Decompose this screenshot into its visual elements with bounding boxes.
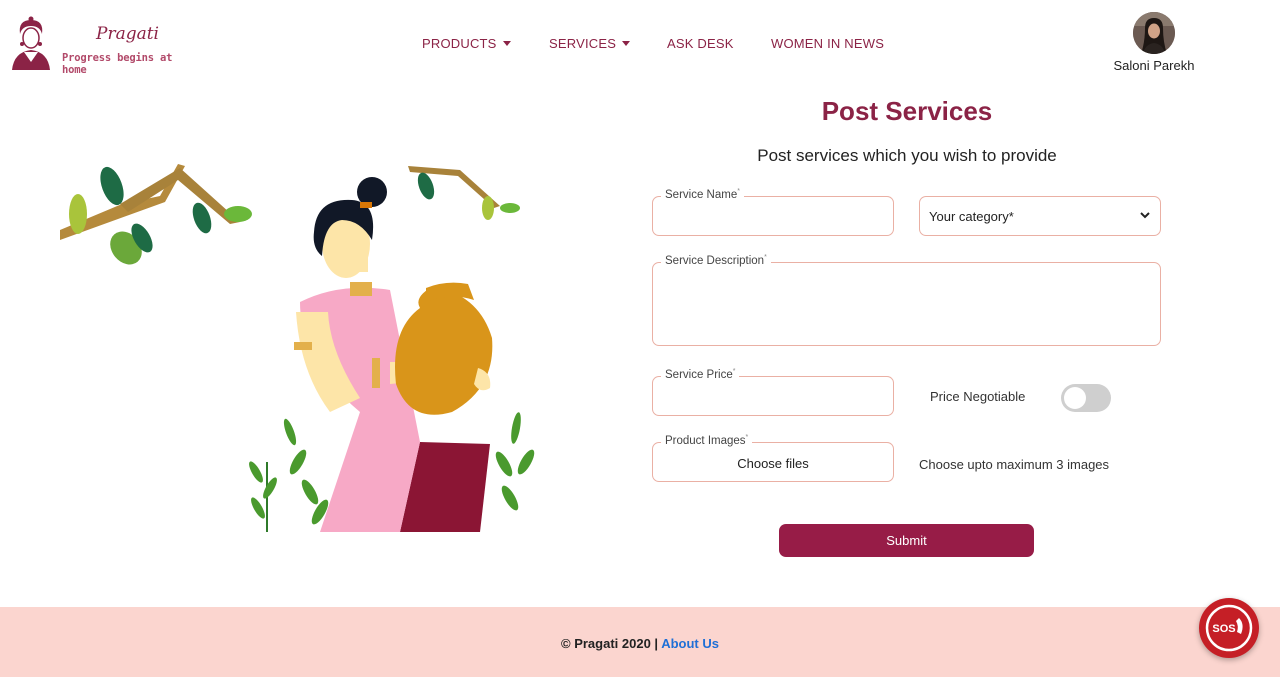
branch-right-icon xyxy=(408,166,520,220)
price-negotiable-label: Price Negotiable xyxy=(930,389,1026,404)
avatar-photo xyxy=(1133,12,1175,54)
nav-services-label: SERVICES xyxy=(549,36,617,51)
brand-tagline: Progress begins at home xyxy=(62,52,173,76)
brand-name: Pragati xyxy=(96,24,159,44)
category-select[interactable]: Your category* xyxy=(919,196,1161,236)
caret-down-icon xyxy=(622,41,631,46)
logo-woman-icon xyxy=(12,16,50,70)
nav-services[interactable]: SERVICES xyxy=(549,36,631,51)
submit-button[interactable]: Submit xyxy=(779,524,1034,557)
caret-down-icon xyxy=(502,41,511,46)
images-hint: Choose upto maximum 3 images xyxy=(919,457,1110,472)
product-images-label: Product Images* xyxy=(661,434,753,447)
user-name: Saloni Parekh xyxy=(1113,58,1195,73)
service-price-field[interactable]: Service Price* xyxy=(652,368,894,416)
page-subtitle: Post services which you wish to provide xyxy=(757,146,1057,165)
about-us-link[interactable]: About Us xyxy=(661,636,719,651)
page-title: Post Services xyxy=(821,96,993,126)
choose-files-button[interactable]: Choose files xyxy=(653,456,893,471)
user-profile[interactable]: Saloni Parekh xyxy=(1104,12,1204,73)
service-description-input[interactable] xyxy=(653,263,1160,345)
nav-ask-desk[interactable]: ASK DESK xyxy=(667,36,734,51)
service-description-label: Service Description* xyxy=(661,254,771,267)
nav-products[interactable]: PRODUCTS xyxy=(422,36,511,51)
service-name-label: Service Name* xyxy=(661,188,744,201)
header: Pragati Progress begins at home PRODUCTS… xyxy=(0,0,1280,88)
service-description-field[interactable]: Service Description* xyxy=(652,254,1161,346)
footer: © Pragati 2020 | About Us xyxy=(0,607,1280,677)
sos-button[interactable]: SOS xyxy=(1199,598,1259,658)
nav-women-in-news[interactable]: WOMEN IN NEWS xyxy=(771,36,884,51)
service-name-field[interactable]: Service Name* xyxy=(652,188,894,236)
sos-phone-icon: SOS xyxy=(1205,604,1253,652)
nav-products-label: PRODUCTS xyxy=(422,36,497,51)
price-negotiable-toggle[interactable] xyxy=(1061,384,1111,412)
category-selected: Your category* xyxy=(929,209,1014,224)
service-price-label: Service Price* xyxy=(661,368,740,381)
footer-text: © Pragati 2020 | About Us xyxy=(0,636,1280,651)
copyright: © Pragati 2020 | xyxy=(561,636,659,651)
sos-text: SOS xyxy=(1212,623,1235,635)
woman-figure xyxy=(294,177,493,532)
chevron-down-icon xyxy=(1140,212,1150,219)
woman-with-pot-illustration xyxy=(60,164,535,532)
branch-left-icon xyxy=(60,164,252,265)
logo[interactable]: Pragati Progress begins at home xyxy=(10,14,190,76)
product-images-field[interactable]: Product Images* Choose files xyxy=(652,434,894,482)
service-name-input[interactable] xyxy=(653,197,893,235)
avatar[interactable] xyxy=(1133,12,1175,54)
toggle-knob xyxy=(1064,387,1086,409)
service-price-input[interactable] xyxy=(653,377,893,415)
